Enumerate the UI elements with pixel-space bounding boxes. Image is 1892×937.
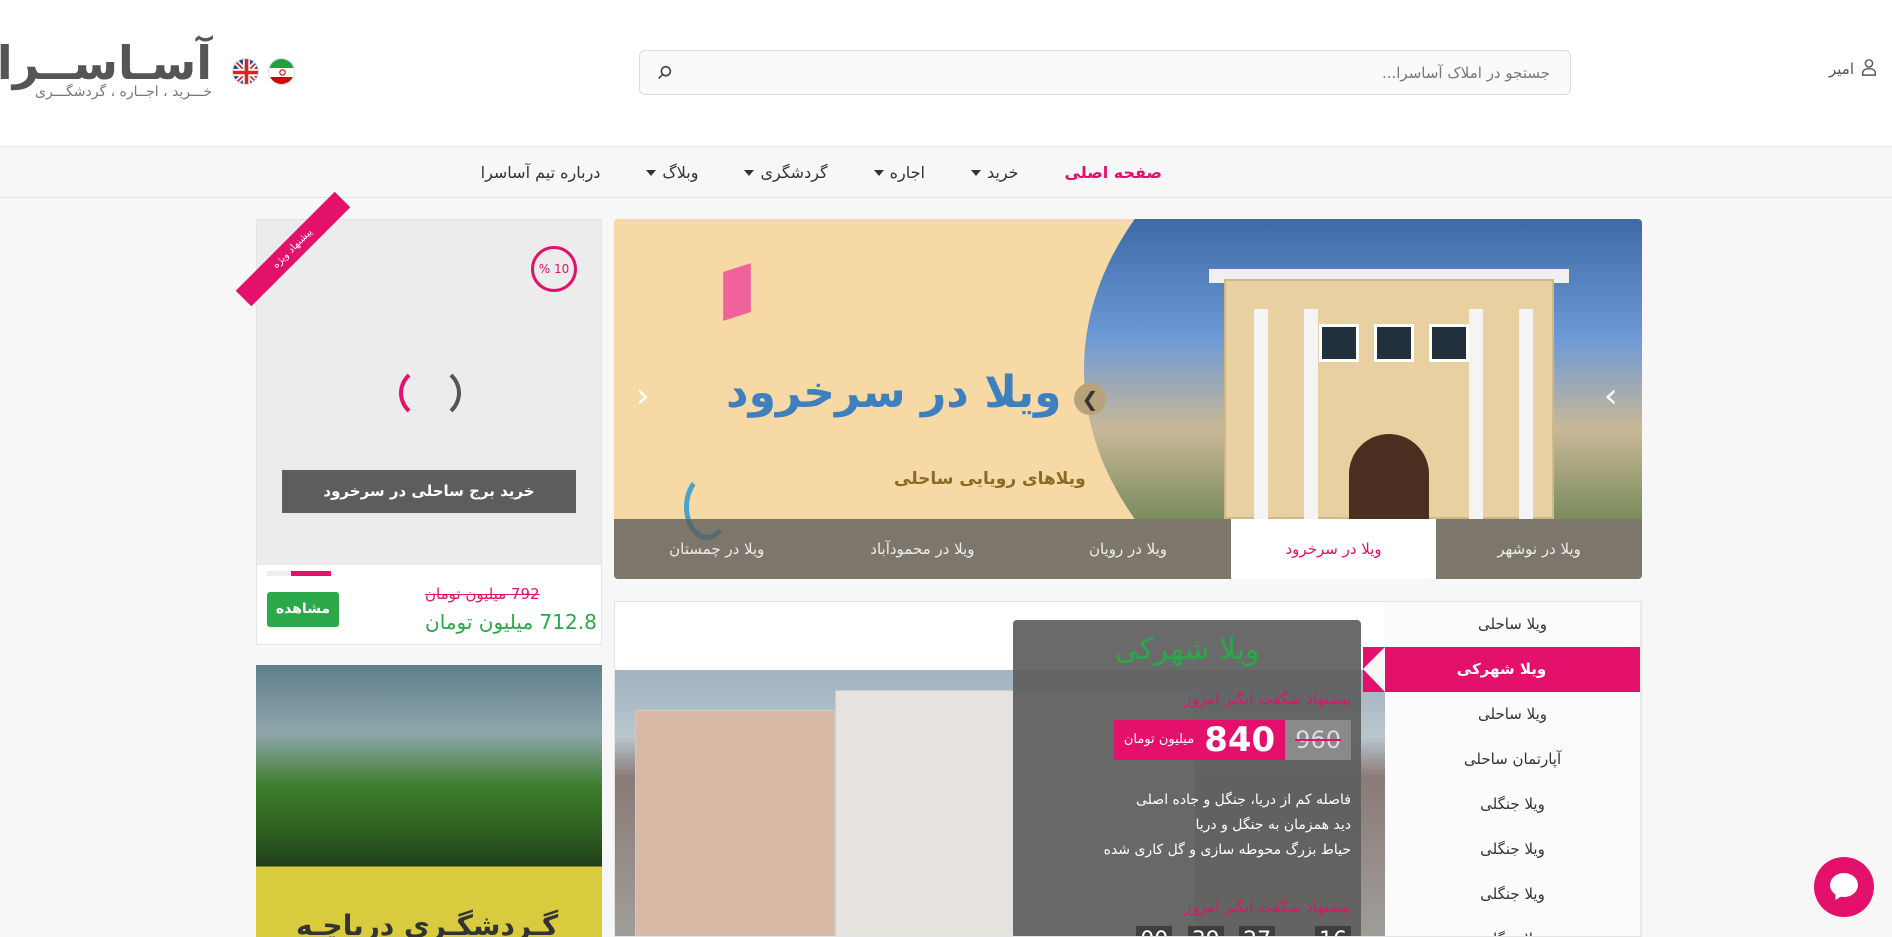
old-price: 792 میلیون تومان	[425, 585, 540, 603]
timer-seconds: 00	[1136, 926, 1173, 936]
feature-item: دید همزمان به جنگل و دریا	[1195, 817, 1351, 833]
tourism-card-title: گـردشگـری دریاچـه	[296, 909, 559, 937]
nav-label: گردشگری	[760, 163, 828, 182]
user-icon	[1860, 58, 1878, 80]
caret-down-icon	[970, 169, 981, 176]
new-price: 712.8 میلیون تومان	[425, 610, 597, 634]
nav-label: خرید	[986, 163, 1019, 182]
price-unit: میلیون تومان	[1123, 732, 1195, 747]
user-name: امیر	[1828, 60, 1854, 78]
offer-title: ویلا شهرکی	[1114, 632, 1260, 667]
offer-image-area: پیشنهاد ویژه % 10 خرید برج ساحلی در سرخر…	[235, 191, 601, 565]
slider-tabs: ویلا در چمستان ویلا در محمودآباد ویلا در…	[614, 519, 1642, 579]
house-door	[1349, 434, 1429, 519]
offer-progress-fill	[290, 571, 331, 576]
caret-down-icon	[744, 169, 755, 176]
house-window	[1319, 324, 1359, 362]
logo-text: آسـاســرا	[0, 36, 214, 90]
iran-flag-icon[interactable]	[268, 58, 295, 85]
view-button[interactable]: مشاهده	[267, 592, 339, 627]
slider-tab[interactable]: ویلا در چمستان	[614, 519, 820, 579]
search-icon[interactable]	[656, 64, 674, 82]
slider-next-icon[interactable]: ›	[1604, 379, 1618, 413]
chat-button[interactable]	[1814, 857, 1874, 917]
special-ribbon: پیشنهاد ویژه	[235, 191, 351, 307]
discount-badge: % 10	[531, 246, 577, 292]
tourism-card[interactable]: گـردشگـری دریاچـه	[256, 665, 602, 937]
special-offer-card: پیشنهاد ویژه % 10 خرید برج ساحلی در سرخر…	[235, 191, 602, 645]
category-item[interactable]: ویلا جنگلی	[1385, 917, 1640, 936]
offer-title[interactable]: خرید برج ساحلی در سرخرود	[282, 470, 576, 513]
nav-label: صفحه اصلی	[1064, 163, 1162, 182]
timer-hours: 27	[1239, 926, 1276, 936]
slider-tab-active[interactable]: ویلا در سرخرود	[1230, 519, 1437, 579]
countdown-timer: 16 روز 27 : 39 : 00	[1136, 926, 1351, 937]
nav-label: وبلاگ	[662, 163, 699, 182]
slider-prev-icon[interactable]: ‹	[636, 379, 650, 413]
timer-days: 16	[1315, 926, 1351, 936]
category-item[interactable]: ویلا ساحلی	[1385, 692, 1640, 737]
nav-item-buy[interactable]: خرید	[970, 163, 1019, 182]
offer-progress	[267, 571, 331, 576]
decor-mark	[723, 263, 751, 321]
logo-tagline: خـــرید ، اجــاره ، گردشگـــری	[35, 84, 212, 100]
category-item[interactable]: ویلا جنگلی	[1385, 782, 1640, 827]
category-item[interactable]: آپارتمان ساحلی	[1385, 737, 1640, 782]
new-price-box: 840 میلیون تومان	[1113, 720, 1286, 760]
caret-down-icon	[873, 169, 884, 176]
language-switcher	[232, 58, 295, 85]
timer-minutes: 39	[1187, 926, 1224, 936]
slider-tab[interactable]: ویلا در رویان	[1025, 519, 1231, 579]
house-column	[1304, 309, 1318, 519]
site-header: امیر آسـاســرا خـــرید ، اجــاره ، گردشگ…	[0, 0, 1892, 147]
slider-tab[interactable]: ویلا در نوشهر	[1436, 519, 1642, 579]
timer-day-label: روز	[1279, 929, 1311, 937]
timer-sep: :	[1176, 929, 1183, 937]
new-price: 840	[1204, 720, 1276, 760]
house-column	[1254, 309, 1268, 519]
category-item[interactable]: ویلا جنگلی	[1385, 872, 1640, 917]
building-image	[635, 710, 835, 936]
nav-item-blog[interactable]: وبلاگ	[646, 163, 698, 182]
slide-subtitle: ویلاهای رویایی ساحلی	[894, 469, 1086, 489]
nav-label: درباره تیم آساسرا	[480, 163, 601, 182]
house-column	[1469, 309, 1483, 519]
house-window	[1429, 324, 1469, 362]
loading-spinner-icon	[399, 365, 461, 421]
feature-item: حیاط بزرگ محوطه سازی و گل کاری شده	[1103, 842, 1351, 858]
search-input[interactable]	[680, 51, 1550, 94]
category-item[interactable]: ویلا جنگلی	[1385, 827, 1640, 872]
slide-title: ویلا در سرخرود	[726, 367, 1062, 418]
category-list: ویلا ساحلی ویلا شهرکی ویلا ساحلی آپارتما…	[1363, 602, 1641, 936]
user-account[interactable]: امیر	[1829, 58, 1878, 80]
old-price: 960	[1285, 720, 1351, 760]
price-box: 960 840 میلیون تومان	[1113, 720, 1351, 760]
slider-tab[interactable]: ویلا در محمودآباد	[820, 519, 1026, 579]
hero-slider: ویلا در سرخرود ویلاهای رویایی ساحلی ❯ ‹ …	[614, 219, 1642, 579]
amazing-label: پیشنهاد شگفت انگیز امروز	[1184, 690, 1351, 708]
amazing-label: پیشنهاد شگفت انگیز امروز	[1184, 898, 1351, 916]
offer-info-box: ویلا شهرکی پیشنهاد شگفت انگیز امروز 960 …	[1013, 620, 1361, 937]
feature-item: فاصله کم از دریا، جنگل و جاده اصلی	[1136, 792, 1351, 808]
nav-item-rent[interactable]: اجاره	[873, 163, 925, 182]
english-flag-icon[interactable]	[232, 58, 259, 85]
category-item[interactable]: ویلا ساحلی	[1385, 602, 1640, 647]
site-logo[interactable]: آسـاســرا خـــرید ، اجــاره ، گردشگـــری	[0, 40, 214, 104]
house-column	[1519, 309, 1533, 519]
nav-item-tourism[interactable]: گردشگری	[744, 163, 828, 182]
nav-label: اجاره	[889, 163, 925, 182]
caret-down-icon	[646, 169, 657, 176]
amazing-offer-section: ویلا ساحلی ویلا شهرکی ویلا ساحلی آپارتما…	[614, 601, 1642, 937]
house-window	[1374, 324, 1414, 362]
nav-item-home[interactable]: صفحه اصلی	[1065, 163, 1162, 182]
search-box	[639, 50, 1571, 95]
main-nav: صفحه اصلی خرید اجاره گردشگری وبلاگ دربار…	[0, 147, 1892, 198]
timer-sep: :	[1228, 929, 1235, 937]
nav-item-about[interactable]: درباره تیم آساسرا	[481, 163, 601, 182]
category-item-active[interactable]: ویلا شهرکی	[1363, 647, 1640, 692]
slide-inner-arrow-icon: ❯	[1074, 383, 1106, 415]
